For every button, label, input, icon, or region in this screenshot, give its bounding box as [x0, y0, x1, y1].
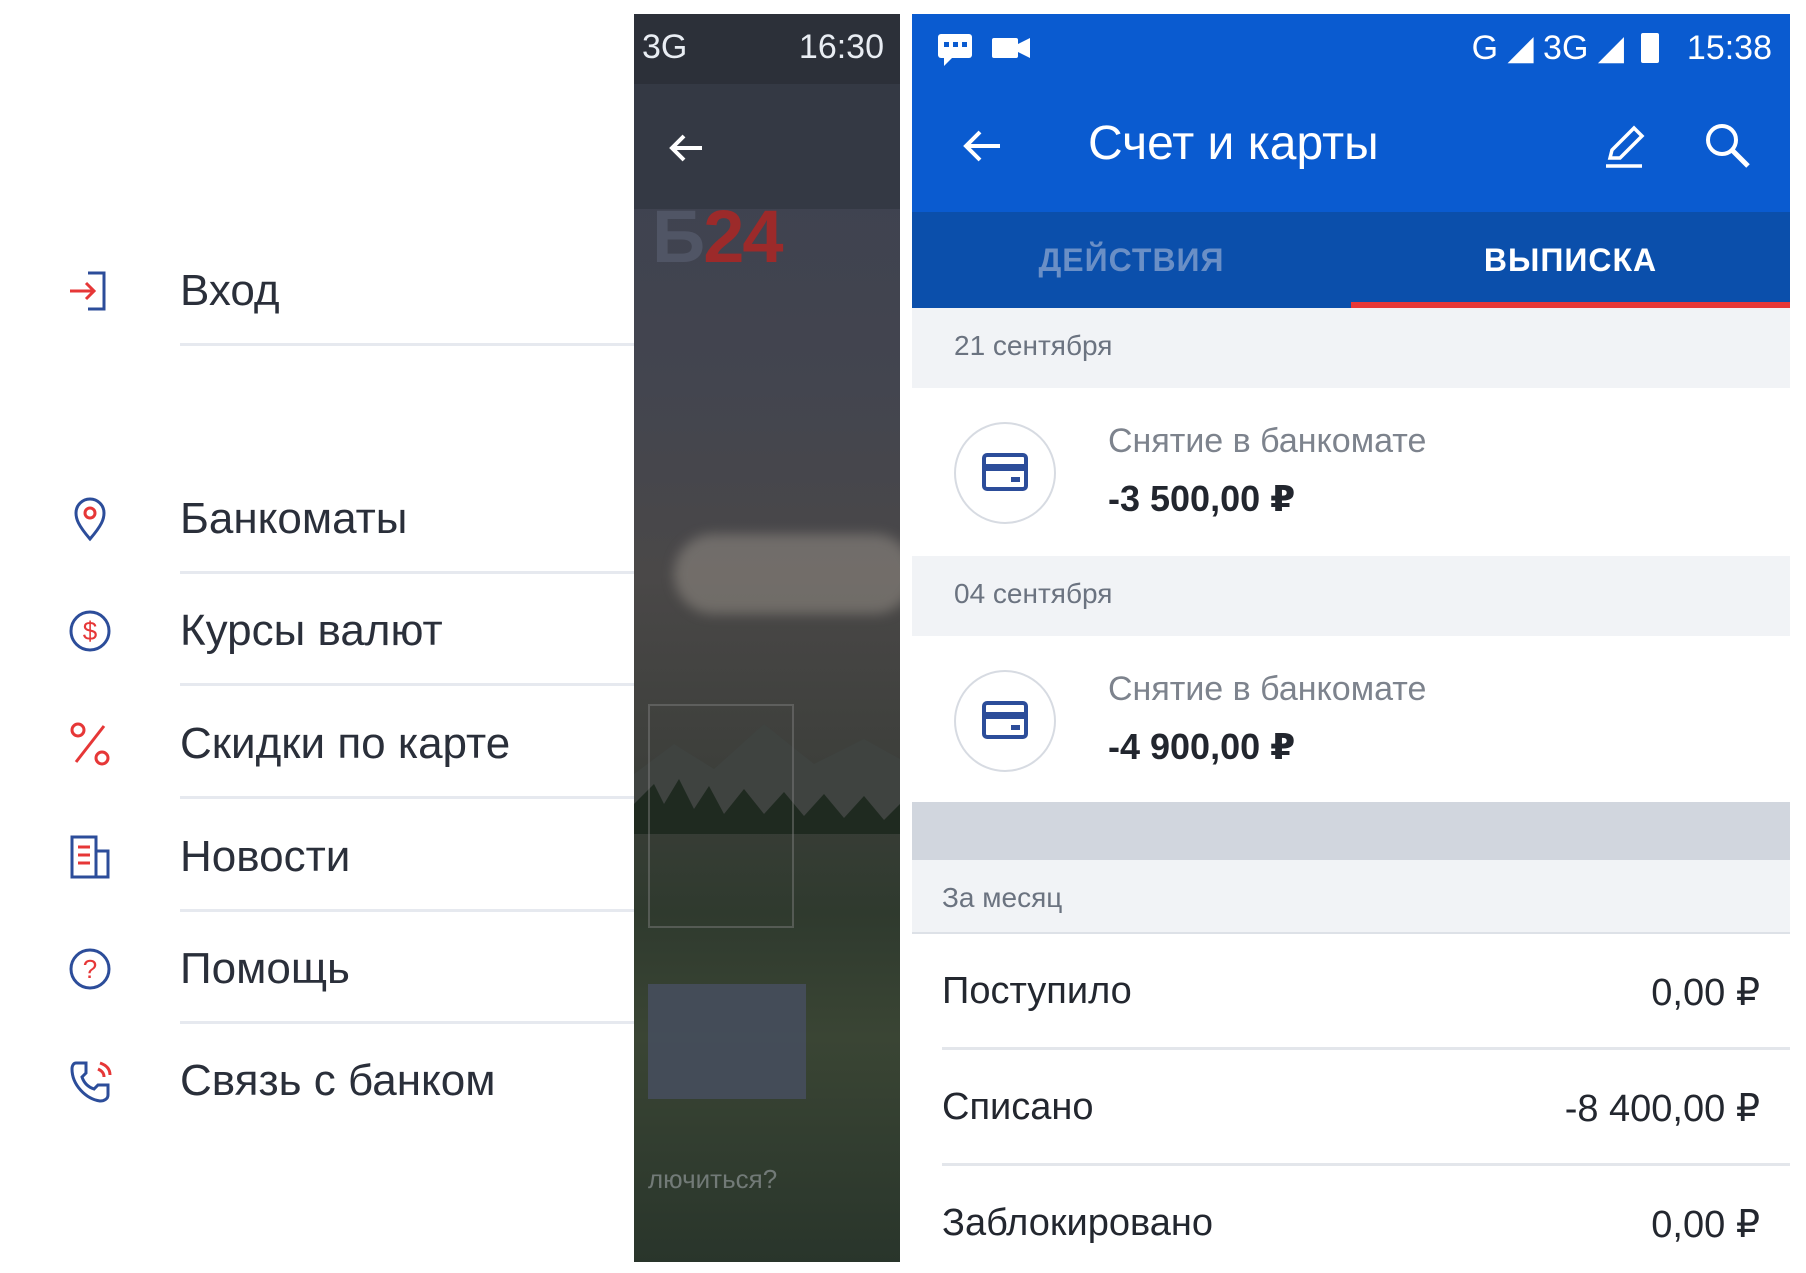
svg-text:?: ? [83, 954, 97, 984]
transaction-title: Снятие в банкомате [1108, 422, 1427, 460]
video-icon [992, 38, 1030, 58]
transaction-icon-circle [954, 422, 1056, 524]
battery-icon [1641, 33, 1660, 63]
menu-item-login[interactable]: Вход [14, 236, 634, 346]
menu-item-news-label: Новости [180, 832, 351, 881]
summary-label: Списано [942, 1086, 1094, 1128]
currency-dollar-icon: $ [64, 605, 116, 657]
message-icon [938, 34, 972, 66]
tab-actions[interactable]: ДЕЙСТВИЯ [912, 212, 1351, 308]
location-pin-icon [64, 493, 116, 545]
menu-item-atms[interactable]: Банкоматы [14, 464, 634, 574]
summary-value: 0,00 ₽ [1651, 972, 1760, 1014]
transaction-amount: -4 900,00 ₽ [1108, 726, 1296, 767]
tab-statement[interactable]: ВЫПИСКА [1351, 212, 1790, 308]
menu-item-contact-bank[interactable]: Связь с банком [14, 1026, 634, 1136]
login-button [648, 984, 806, 1099]
app-bar: Счет и карты [912, 84, 1790, 212]
divider [180, 909, 634, 912]
divider [180, 343, 634, 346]
tab-bar: ДЕЙСТВИЯ ВЫПИСКА [912, 212, 1790, 308]
bank-logo: Б24 [652, 194, 784, 279]
back-arrow-icon[interactable] [956, 120, 1008, 172]
status-bar: 3G 16:30 [634, 14, 900, 84]
network-indicator: 3G [642, 28, 688, 66]
edit-pencil-icon[interactable] [1596, 118, 1652, 174]
back-arrow-icon[interactable] [662, 124, 710, 172]
transaction-row[interactable]: Снятие в банкомате -4 900,00 ₽ [912, 636, 1790, 804]
login-form-outline [648, 704, 794, 928]
summary-row-debited: Списано -8 400,00 ₽ [912, 1050, 1790, 1166]
divider [180, 683, 634, 686]
divider [180, 796, 634, 799]
menu-item-card-discounts[interactable]: Скидки по карте [14, 689, 634, 799]
section-separator [912, 802, 1790, 860]
left-screen: Вход Банкоматы $ Курсы валют Скидки по к… [14, 14, 900, 1262]
menu-item-help[interactable]: ? Помощь [14, 914, 634, 1024]
month-summary: Поступило 0,00 ₽ Списано -8 400,00 ₽ Заб… [912, 934, 1790, 1262]
date-header: 21 сентября [912, 308, 1790, 388]
status-time: 16:30 [798, 28, 884, 66]
right-screen: G ◢ 3G ◢ 15:38 Счет и карты ДЕЙСТВИЯ ВЫП… [912, 14, 1790, 1262]
status-bar: G ◢ 3G ◢ 15:38 [912, 14, 1790, 84]
status-time: 15:38 [1686, 29, 1772, 67]
help-icon: ? [64, 943, 116, 995]
menu-item-contact-bank-label: Связь с банком [180, 1056, 496, 1105]
card-icon [982, 453, 1028, 491]
percent-icon [64, 718, 116, 770]
forgot-link: лючиться? [648, 1164, 778, 1194]
date-label: 04 сентября [954, 578, 1113, 609]
logo-number: 24 [703, 195, 783, 278]
transaction-icon-circle [954, 670, 1056, 772]
summary-label: Заблокировано [942, 1202, 1214, 1244]
menu-item-exchange-rates[interactable]: $ Курсы валют [14, 576, 634, 686]
news-icon [64, 831, 116, 883]
divider [180, 1021, 634, 1024]
summary-row-blocked: Заблокировано 0,00 ₽ [912, 1166, 1790, 1262]
navigation-drawer: Вход Банкоматы $ Курсы валют Скидки по к… [14, 14, 634, 1262]
phone-call-icon [64, 1055, 116, 1107]
month-summary-label: За месяц [942, 882, 1063, 913]
card-icon [982, 701, 1028, 739]
date-header: 04 сентября [912, 556, 1790, 636]
transaction-row[interactable]: Снятие в банкомате -3 500,00 ₽ [912, 388, 1790, 556]
background-cloud [674, 534, 900, 614]
menu-item-atms-label: Банкоматы [180, 494, 408, 543]
menu-item-exchange-rates-label: Курсы валют [180, 606, 443, 655]
summary-label: Поступило [942, 970, 1132, 1012]
month-summary-header: За месяц [912, 860, 1790, 934]
network-indicator: G ◢ 3G ◢ [1471, 29, 1624, 67]
search-icon[interactable] [1700, 118, 1756, 174]
svg-text:$: $ [83, 616, 98, 646]
divider [180, 571, 634, 574]
logo-text: Б [652, 195, 705, 278]
page-title: Счет и карты [1088, 117, 1379, 170]
background-app-screen: 3G 16:30 Б24 лючиться? [634, 14, 900, 1262]
notification-icons [934, 28, 1044, 73]
date-label: 21 сентября [954, 330, 1113, 361]
summary-value: 0,00 ₽ [1651, 1204, 1760, 1246]
transaction-title: Снятие в банкомате [1108, 670, 1427, 708]
menu-item-help-label: Помощь [180, 944, 350, 993]
status-right: G ◢ 3G ◢ 15:38 [1472, 28, 1772, 68]
menu-item-card-discounts-label: Скидки по карте [180, 719, 511, 768]
menu-item-news[interactable]: Новости [14, 802, 634, 912]
summary-row-received: Поступило 0,00 ₽ [912, 934, 1790, 1050]
summary-value: -8 400,00 ₽ [1564, 1088, 1760, 1130]
login-icon [64, 265, 116, 317]
transaction-amount: -3 500,00 ₽ [1108, 478, 1296, 519]
menu-item-login-label: Вход [180, 266, 280, 315]
